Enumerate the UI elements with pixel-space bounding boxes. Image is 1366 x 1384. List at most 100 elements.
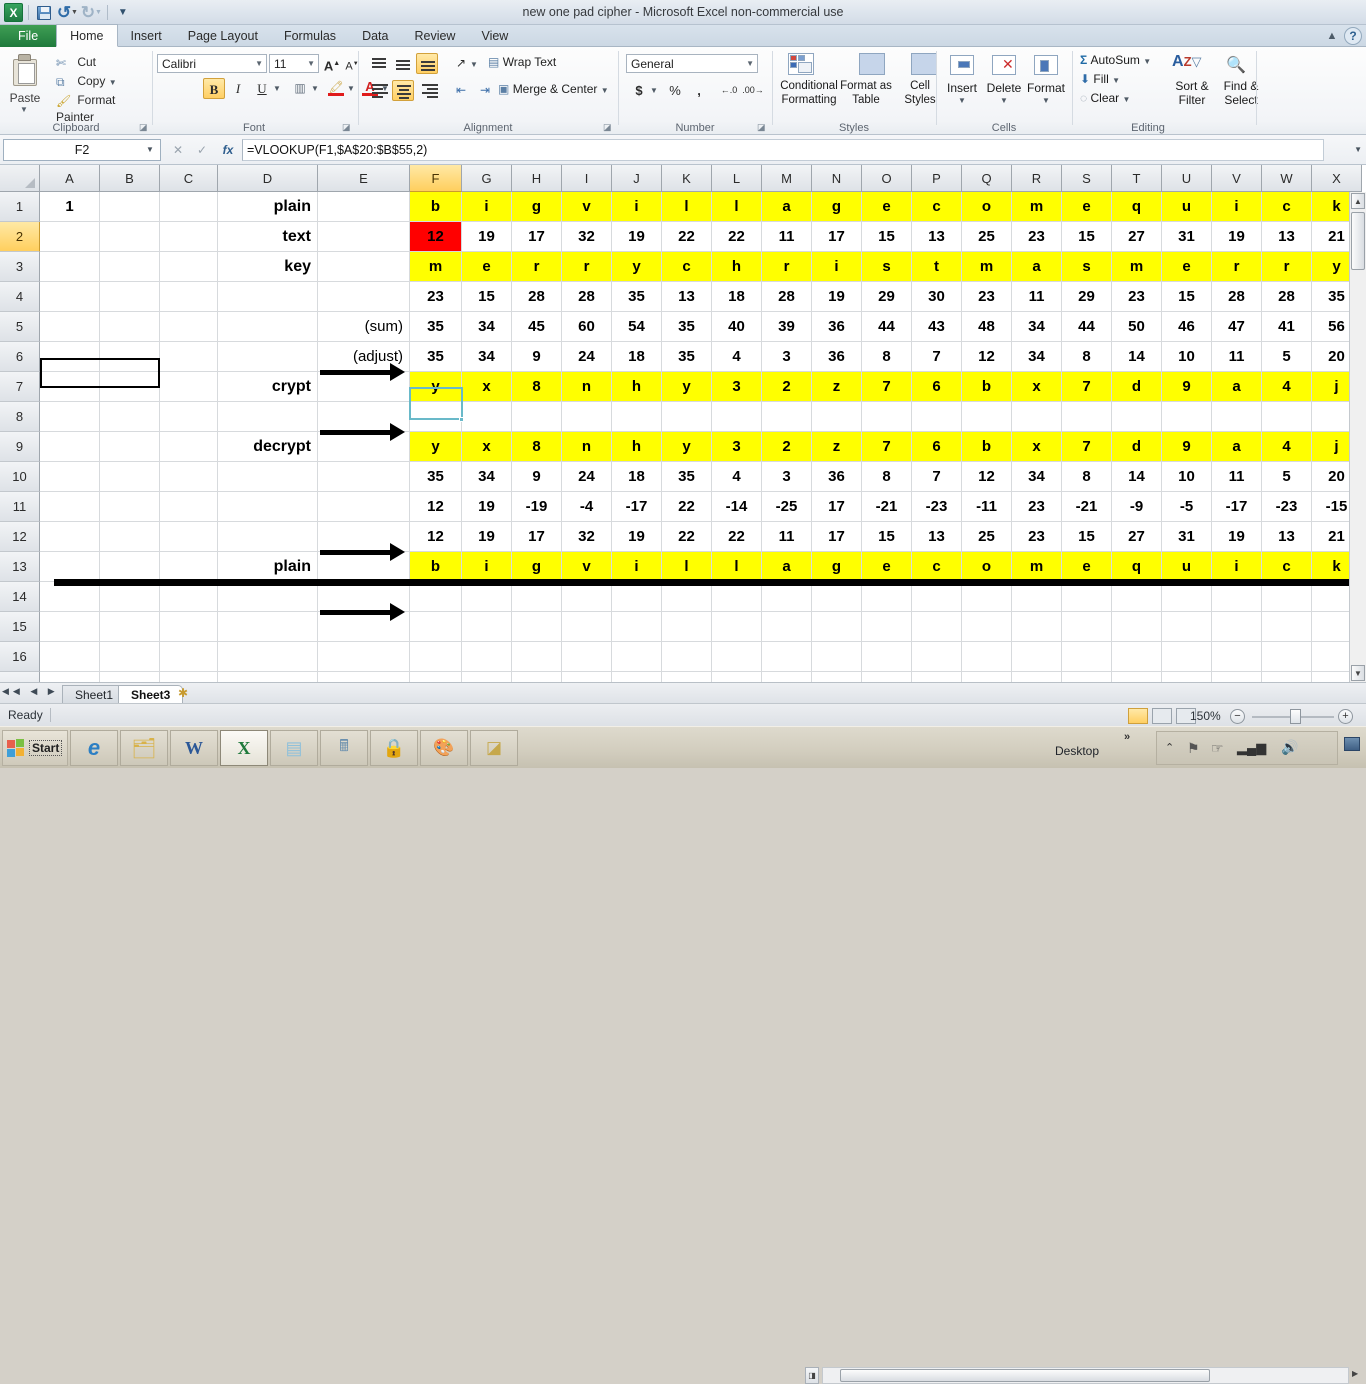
italic-button[interactable]: I — [227, 78, 249, 99]
cell-o15[interactable] — [862, 612, 912, 642]
cell-l14[interactable] — [712, 582, 762, 612]
cell-h15[interactable] — [512, 612, 562, 642]
cell-n11[interactable]: 17 — [812, 492, 862, 522]
cell-s1[interactable]: e — [1062, 192, 1112, 222]
cell-n15[interactable] — [812, 612, 862, 642]
cell-l15[interactable] — [712, 612, 762, 642]
percent-icon[interactable]: % — [664, 80, 686, 101]
row-header-3[interactable]: 3 — [0, 252, 40, 282]
cell-i5[interactable]: 60 — [562, 312, 612, 342]
cell-j2[interactable]: 19 — [612, 222, 662, 252]
cell-w11[interactable]: -23 — [1262, 492, 1312, 522]
align-right-icon[interactable] — [418, 81, 440, 102]
cell-b13[interactable] — [100, 552, 160, 582]
cell-u2[interactable]: 31 — [1162, 222, 1212, 252]
cell-m5[interactable]: 39 — [762, 312, 812, 342]
cell-w13[interactable]: c — [1262, 552, 1312, 582]
cell-m15[interactable] — [762, 612, 812, 642]
column-header-u[interactable]: U — [1162, 165, 1212, 192]
cell-j9[interactable]: h — [612, 432, 662, 462]
increase-indent-icon[interactable]: ⇥ — [474, 80, 496, 101]
font-name-select[interactable]: Calibri ▼ — [157, 54, 267, 73]
cell-u16[interactable] — [1162, 642, 1212, 672]
cell-r4[interactable]: 11 — [1012, 282, 1062, 312]
cell-styles-icon[interactable] — [911, 53, 937, 75]
cell-o16[interactable] — [862, 642, 912, 672]
delete-label[interactable]: Delete — [980, 81, 1028, 95]
cell-i7[interactable]: n — [562, 372, 612, 402]
row-header-4[interactable]: 4 — [0, 282, 40, 312]
cell-a1[interactable]: 1 — [40, 192, 100, 222]
align-middle-icon[interactable] — [392, 54, 414, 75]
tab-view[interactable]: View — [468, 25, 521, 47]
cell-k8[interactable] — [662, 402, 712, 432]
cell-f17[interactable] — [410, 672, 462, 682]
merge-center-dropdown-icon[interactable]: ▼ — [601, 86, 609, 95]
row-header-12[interactable]: 12 — [0, 522, 40, 552]
cell-j1[interactable]: i — [612, 192, 662, 222]
increase-decimal-icon[interactable]: ←.0 — [718, 80, 740, 101]
cell-a14[interactable] — [40, 582, 100, 612]
cell-l2[interactable]: 22 — [712, 222, 762, 252]
cell-v10[interactable]: 11 — [1212, 462, 1262, 492]
column-header-d[interactable]: D — [218, 165, 318, 192]
cell-b12[interactable] — [100, 522, 160, 552]
orientation-dropdown-icon[interactable]: ▼ — [470, 60, 478, 69]
cell-v5[interactable]: 47 — [1212, 312, 1262, 342]
cell-c2[interactable] — [160, 222, 218, 252]
cell-b9[interactable] — [100, 432, 160, 462]
cell-f11[interactable]: 12 — [410, 492, 462, 522]
cut-button[interactable]: ✄ Cut — [56, 54, 96, 71]
cell-c1[interactable] — [160, 192, 218, 222]
fill-handle[interactable] — [459, 417, 464, 422]
cell-l8[interactable] — [712, 402, 762, 432]
minimize-button[interactable] — [1279, 0, 1308, 20]
column-header-c[interactable]: C — [160, 165, 218, 192]
column-header-j[interactable]: J — [612, 165, 662, 192]
cell-i11[interactable]: -4 — [562, 492, 612, 522]
format-as-table-label[interactable]: Format as Table — [836, 79, 896, 107]
cell-c3[interactable] — [160, 252, 218, 282]
tray-expand-icon[interactable]: ⌃ — [1165, 741, 1174, 754]
cell-w6[interactable]: 5 — [1262, 342, 1312, 372]
cell-p15[interactable] — [912, 612, 962, 642]
cell-i14[interactable] — [562, 582, 612, 612]
cell-v14[interactable] — [1212, 582, 1262, 612]
formula-input[interactable]: =VLOOKUP(F1,$A$20:$B$55,2) — [242, 139, 1324, 161]
cell-m16[interactable] — [762, 642, 812, 672]
cell-k17[interactable] — [662, 672, 712, 682]
cell-d5[interactable] — [218, 312, 318, 342]
cell-l11[interactable]: -14 — [712, 492, 762, 522]
cell-h12[interactable]: 17 — [512, 522, 562, 552]
cell-r14[interactable] — [1012, 582, 1062, 612]
cell-r6[interactable]: 34 — [1012, 342, 1062, 372]
cell-o8[interactable] — [862, 402, 912, 432]
cell-q3[interactable]: m — [962, 252, 1012, 282]
cell-r17[interactable] — [1012, 672, 1062, 682]
taskbar-lock[interactable]: 🔒 — [370, 730, 418, 766]
cell-u10[interactable]: 10 — [1162, 462, 1212, 492]
cell-t4[interactable]: 23 — [1112, 282, 1162, 312]
column-header-a[interactable]: A — [40, 165, 100, 192]
cell-h14[interactable] — [512, 582, 562, 612]
align-bottom-icon[interactable] — [416, 53, 438, 74]
cell-w5[interactable]: 41 — [1262, 312, 1312, 342]
cell-p8[interactable] — [912, 402, 962, 432]
row-header-9[interactable]: 9 — [0, 432, 40, 462]
cell-d15[interactable] — [218, 612, 318, 642]
cell-n5[interactable]: 36 — [812, 312, 862, 342]
tab-formulas[interactable]: Formulas — [271, 25, 349, 47]
bold-button[interactable]: B — [203, 78, 225, 99]
cell-v6[interactable]: 11 — [1212, 342, 1262, 372]
cell-m8[interactable] — [762, 402, 812, 432]
clear-button[interactable]: ◌ Clear ▼ — [1080, 91, 1130, 105]
cell-f8[interactable] — [410, 402, 462, 432]
cell-i10[interactable]: 24 — [562, 462, 612, 492]
cell-d10[interactable] — [218, 462, 318, 492]
cell-g13[interactable]: i — [462, 552, 512, 582]
cell-o13[interactable]: e — [862, 552, 912, 582]
start-button[interactable]: Start — [2, 730, 68, 766]
fill-color-button[interactable]: 🖍 — [325, 76, 347, 97]
cell-d16[interactable] — [218, 642, 318, 672]
cell-p14[interactable] — [912, 582, 962, 612]
